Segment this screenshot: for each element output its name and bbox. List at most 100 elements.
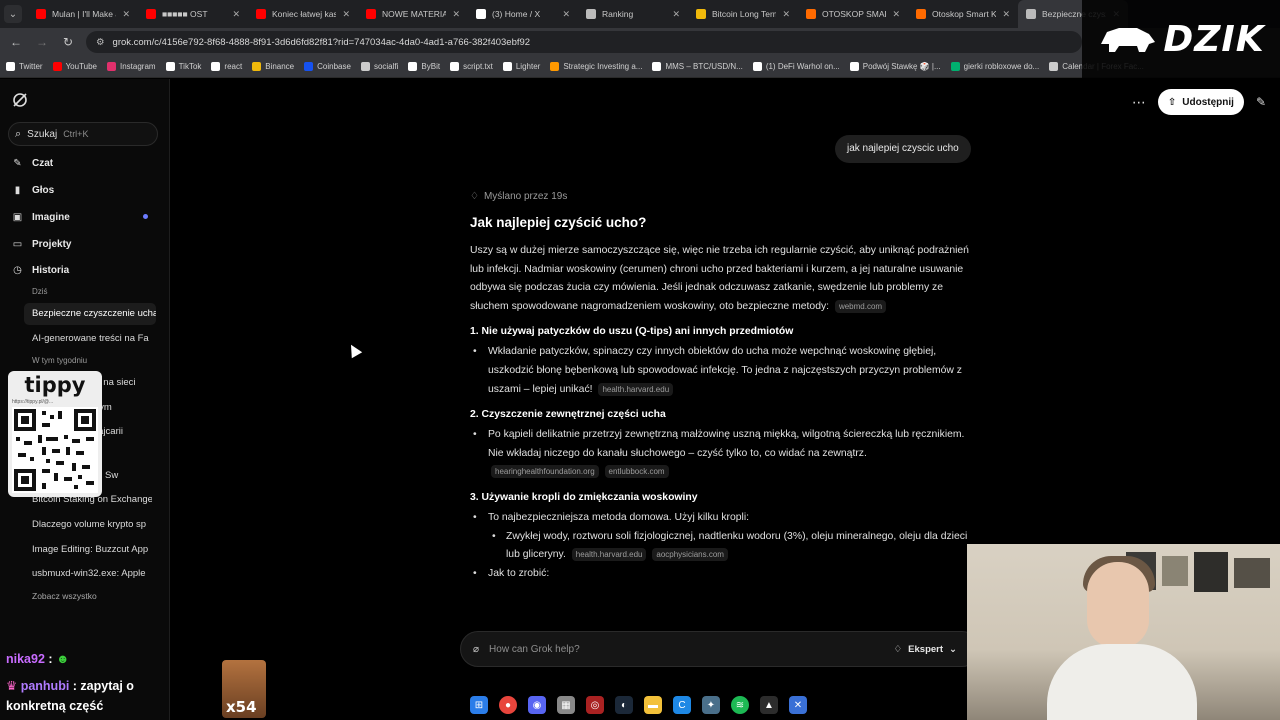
source-chip[interactable]: health.harvard.edu — [598, 382, 674, 396]
source-chip[interactable]: health.harvard.edu — [571, 548, 647, 562]
see-all-link[interactable]: Zobacz wszystko — [32, 591, 97, 601]
tab-favicon-icon — [36, 9, 46, 19]
bookmark-favicon-icon — [107, 62, 116, 71]
share-button[interactable]: ⇧ Udostępnij — [1157, 89, 1244, 115]
source-chip[interactable]: aocphysicians.com — [652, 548, 728, 562]
source-chip[interactable]: hearinghealthfoundation.org — [491, 465, 599, 479]
browser-tab[interactable]: Bitcoin Long Term ✕ — [688, 0, 798, 28]
bookmark-label: Lighter — [515, 62, 541, 71]
close-icon[interactable]: ✕ — [782, 9, 790, 20]
sidebar-search[interactable]: ⌕ Szukaj Ctrl+K — [8, 122, 158, 146]
app-icon[interactable]: ▦ — [557, 696, 575, 714]
bookmark-favicon-icon — [752, 62, 762, 71]
chat-username: panhubi — [20, 679, 70, 693]
close-icon[interactable]: ✕ — [562, 9, 570, 20]
app-icon[interactable]: ◎ — [586, 696, 604, 714]
bookmark-item[interactable]: socialfi — [360, 62, 398, 71]
bookmark-item[interactable]: Podwój Stawkę 🎲 |... — [849, 62, 941, 71]
browser-tab[interactable]: Ranking ✕ — [578, 0, 688, 28]
browser-tab[interactable]: (3) Home / X ✕ — [468, 0, 578, 28]
bookmark-item[interactable]: (1) DeFi Warhol on... — [752, 62, 840, 71]
tab-title: Otoskop Smart K — [932, 9, 997, 19]
history-item[interactable]: usbmuxd-win32.exe: Apple — [32, 568, 152, 579]
bookmark-item[interactable]: MMS – BTC/USD/N... — [652, 62, 743, 71]
history-item[interactable]: Bezpieczne czyszczenie ucha — [24, 303, 156, 325]
steam-icon[interactable]: ◐ — [615, 696, 633, 714]
section-heading: 1. Nie używaj patyczków do uszu (Q-tips)… — [470, 326, 794, 338]
tab-search-button[interactable]: ⌄ — [4, 5, 22, 23]
close-icon[interactable]: ✕ — [892, 9, 900, 20]
folder-icon: ▭ — [12, 239, 23, 250]
history-item[interactable]: AI-generowane treści na Fa — [32, 333, 152, 344]
bookmark-item[interactable]: Instagram — [107, 62, 156, 71]
reload-icon[interactable]: ↻ — [60, 35, 76, 49]
more-options-icon[interactable]: ⋯ — [1132, 94, 1146, 111]
app-icon[interactable]: ✕ — [789, 696, 807, 714]
bookmark-item[interactable]: YouTube — [52, 62, 97, 71]
back-icon[interactable]: ← — [8, 35, 24, 49]
browser-tab[interactable]: Koniec łatwej kasy ✕ — [248, 0, 358, 28]
source-chip[interactable]: webmd.com — [834, 299, 887, 313]
bookmark-label: Binance — [265, 62, 295, 71]
chevron-down-icon: ⌄ — [949, 643, 957, 655]
browser-tab[interactable]: Otoskop Smart K ✕ — [908, 0, 1018, 28]
close-icon[interactable]: ✕ — [452, 9, 460, 20]
history-item[interactable]: Image Editing: Buzzcut App — [32, 544, 152, 555]
bookmark-favicon-icon — [408, 62, 418, 71]
sidebar-item-chat[interactable]: ✎ Czat — [12, 158, 53, 169]
bookmark-item[interactable]: react — [211, 62, 242, 71]
bookmark-item[interactable]: script.txt — [450, 62, 493, 71]
site-info-icon[interactable]: ⚙ — [96, 37, 105, 48]
close-icon[interactable]: ✕ — [1002, 9, 1010, 20]
section-heading: 2. Czyszczenie zewnętrznej części ucha — [470, 409, 666, 421]
folder-icon[interactable]: ▬ — [644, 696, 662, 714]
attach-icon[interactable]: ⌀ — [473, 644, 479, 655]
source-chip[interactable]: entlubbock.com — [604, 465, 669, 479]
close-icon[interactable]: ✕ — [122, 9, 130, 20]
sidebar-item-projects[interactable]: ▭ Projekty — [12, 239, 72, 250]
message-composer[interactable]: ⌀ How can Grok help? ♢ Ekspert ⌄ — [460, 631, 980, 667]
close-icon[interactable]: ✕ — [232, 9, 240, 20]
tippy-qr-overlay: tippy https://tippy.pl/@... — [8, 371, 102, 497]
bookmark-item[interactable]: Strategic Investing a... — [550, 62, 642, 71]
search-icon: ⌕ — [15, 127, 22, 140]
app-icon[interactable]: ✦ — [702, 696, 720, 714]
browser-tab[interactable]: ■■■■■ OST ✕ — [138, 0, 248, 28]
bookmark-label: script.txt — [463, 62, 493, 71]
bookmark-item[interactable]: TikTok — [165, 62, 202, 71]
new-chat-icon[interactable]: ✎ — [1256, 95, 1266, 109]
chat-line: ♛ panhubi : zapytaj o — [6, 678, 134, 693]
spotify-icon[interactable]: ≋ — [731, 696, 749, 714]
bookmark-item[interactable]: Coinbase — [304, 62, 351, 71]
browser-tab[interactable]: NOWE MATERIAŁ ✕ — [358, 0, 468, 28]
sidebar-item-voice[interactable]: ▮ Głos — [12, 185, 55, 196]
bookmark-item[interactable]: ByBit — [408, 62, 440, 71]
composer-input[interactable]: How can Grok help? — [489, 644, 884, 655]
address-bar[interactable]: ⚙ grok.com/c/4156e792-8f68-4888-8f91-3d6… — [86, 31, 1082, 53]
sidebar-item-imagine[interactable]: ▣ Imagine — [12, 212, 70, 223]
thinking-indicator[interactable]: ♢ Myślano przez 19s — [470, 191, 970, 202]
tab-title: OTOSKOP SMART — [822, 9, 886, 19]
chrome-icon[interactable]: ● — [499, 696, 517, 714]
bookmark-label: TikTok — [178, 62, 202, 71]
browser-tab[interactable]: Mulan | I'll Make a ✕ — [28, 0, 138, 28]
history-item[interactable]: Dlaczego volume krypto sp — [32, 519, 152, 530]
forward-icon[interactable]: → — [34, 35, 50, 49]
bookmark-item[interactable]: Binance — [252, 62, 294, 71]
discord-icon[interactable]: ◉ — [528, 696, 546, 714]
mode-selector[interactable]: ♢ Ekspert ⌄ — [894, 644, 957, 655]
sidebar-item-history[interactable]: ◷ Historia — [12, 265, 69, 276]
windows-start-icon[interactable]: ⊞ — [470, 696, 488, 714]
bookmark-item[interactable]: Lighter — [502, 62, 541, 71]
close-icon[interactable]: ✕ — [342, 9, 350, 20]
bookmark-item[interactable]: Twitter — [6, 62, 43, 71]
lightbulb-icon: ♢ — [893, 643, 903, 655]
grok-logo-icon[interactable] — [12, 92, 28, 108]
close-icon[interactable]: ✕ — [672, 9, 680, 20]
bookmark-label: YouTube — [65, 62, 97, 71]
browser-tab[interactable]: OTOSKOP SMART ✕ — [798, 0, 908, 28]
app-icon[interactable]: C — [673, 696, 691, 714]
bookmark-item[interactable]: gierki robloxowe do... — [950, 62, 1039, 71]
app-icon[interactable]: ▲ — [760, 696, 778, 714]
bookmark-favicon-icon — [1049, 62, 1059, 71]
